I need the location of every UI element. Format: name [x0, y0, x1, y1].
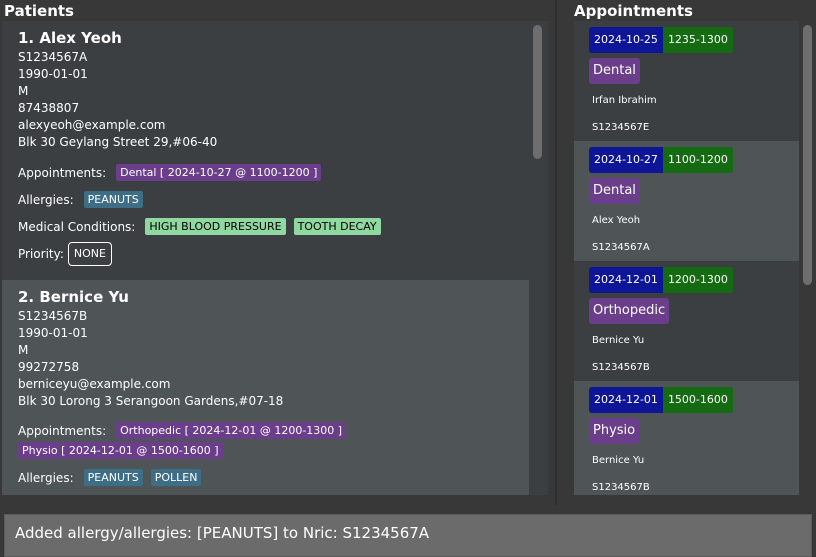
- patient-email: alexyeoh@example.com: [18, 118, 166, 132]
- appointment-date: 2024-12-01: [589, 267, 663, 293]
- patient-name: 2. Bernice Yu: [18, 288, 129, 306]
- patient-email: berniceyu@example.com: [18, 377, 171, 391]
- medical-conditions-label: Medical Conditions:: [18, 219, 136, 234]
- patient-appointments-row: Appointments: Orthopedic [ 2024-12-01 @ …: [18, 422, 529, 439]
- allergy-tag: PEANUTS: [83, 191, 143, 208]
- appointment-card[interactable]: 2024-10-27 1100-1200 Dental Alex Yeoh S1…: [574, 141, 799, 261]
- appointment-patient-nric: S1234567B: [592, 362, 650, 373]
- appointment-tag: Orthopedic [ 2024-12-01 @ 1200-1300 ]: [116, 422, 347, 439]
- appointment-date: 2024-10-27: [589, 147, 663, 173]
- patient-name: 1. Alex Yeoh: [18, 29, 122, 47]
- allergies-label: Allergies:: [18, 470, 74, 485]
- appointment-patient-name: Alex Yeoh: [592, 215, 641, 226]
- patient-allergies-row: Allergies: PEANUTS: [18, 191, 529, 208]
- appointment-patient-nric: S1234567A: [592, 242, 650, 253]
- patient-list[interactable]: 1. Alex Yeoh S1234567A 1990-01-01 M 8743…: [2, 21, 548, 495]
- appointment-tag: Dental [ 2024-10-27 @ 1100-1200 ]: [116, 164, 322, 181]
- appointment-time: 1500-1600: [662, 387, 733, 413]
- patient-phone: 99272758: [18, 360, 80, 374]
- priority-badge: NONE: [67, 242, 112, 266]
- appointment-date: 2024-10-25: [589, 27, 663, 53]
- patient-address: Blk 30 Lorong 3 Serangoon Gardens,#07-18: [18, 394, 284, 408]
- patient-sex: M: [18, 343, 29, 357]
- allergy-tag: POLLEN: [150, 469, 202, 486]
- patients-scrollbar[interactable]: [533, 25, 542, 159]
- patient-card[interactable]: 2. Bernice Yu S1234567B 1990-01-01 M 992…: [2, 280, 529, 495]
- patient-conditions-row: Medical Conditions: HIGH BLOOD PRESSURE …: [18, 218, 529, 235]
- patient-dob: 1990-01-01: [18, 326, 88, 340]
- appointment-date: 2024-12-01: [589, 387, 663, 413]
- priority-label: Priority:: [18, 247, 64, 261]
- appointments-label: Appointments:: [18, 423, 107, 438]
- patient-nric: S1234567A: [18, 50, 88, 64]
- patient-allergies-row: Allergies: PEANUTS POLLEN: [18, 469, 529, 486]
- appointment-type: Dental: [589, 178, 640, 204]
- appointment-time: 1200-1300: [662, 267, 733, 293]
- result-display[interactable]: Added allergy/allergies: [PEANUTS] to Nr…: [4, 514, 812, 557]
- appointment-type: Dental: [589, 58, 640, 84]
- condition-tag: HIGH BLOOD PRESSURE: [145, 218, 286, 235]
- patient-sex: M: [18, 84, 29, 98]
- appointments-panel-title: Appointments: [574, 2, 693, 20]
- appointment-card[interactable]: 2024-12-01 1500-1600 Physio Bernice Yu S…: [574, 381, 799, 495]
- result-area: Added allergy/allergies: [PEANUTS] to Nr…: [0, 505, 816, 557]
- appointment-patient-name: Bernice Yu: [592, 335, 645, 346]
- appointment-card[interactable]: 2024-12-01 1200-1300 Orthopedic Bernice …: [574, 261, 799, 381]
- appointment-patient-name: Irfan Ibrahim: [592, 95, 657, 106]
- patient-card[interactable]: 1. Alex Yeoh S1234567A 1990-01-01 M 8743…: [2, 21, 529, 280]
- appointment-type: Orthopedic: [589, 298, 670, 324]
- patient-priority-row: Priority: NONE: [18, 242, 529, 266]
- appointment-patient-name: Bernice Yu: [592, 455, 645, 466]
- allergies-label: Allergies:: [18, 192, 74, 207]
- appointment-type: Physio: [589, 418, 640, 444]
- appointment-patient-nric: S1234567E: [592, 122, 650, 133]
- patient-dob: 1990-01-01: [18, 67, 88, 81]
- condition-tag: TOOTH DECAY: [293, 218, 381, 235]
- appointment-time: 1235-1300: [662, 27, 733, 53]
- appointments-scrollbar[interactable]: [803, 25, 812, 285]
- appointment-time: 1100-1200: [662, 147, 733, 173]
- appointments-label: Appointments:: [18, 165, 107, 180]
- appointment-list[interactable]: 2024-10-25 1235-1300 Dental Irfan Ibrahi…: [574, 21, 799, 495]
- appointment-tag: Physio [ 2024-12-01 @ 1500-1600 ]: [18, 442, 223, 459]
- patient-phone: 87438807: [18, 101, 80, 115]
- patient-appointments-row: Appointments: Dental [ 2024-10-27 @ 1100…: [18, 164, 529, 181]
- allergy-tag: PEANUTS: [83, 469, 143, 486]
- patients-panel-title: Patients: [4, 2, 74, 20]
- patient-nric: S1234567B: [18, 309, 88, 323]
- panel-divider[interactable]: [555, 0, 557, 505]
- patient-address: Blk 30 Geylang Street 29,#06-40: [18, 135, 218, 149]
- patient-appointments-row-continued: Physio [ 2024-12-01 @ 1500-1600 ]: [18, 442, 529, 459]
- appointment-patient-nric: S1234567B: [592, 482, 650, 493]
- appointment-card[interactable]: 2024-10-25 1235-1300 Dental Irfan Ibrahi…: [574, 21, 799, 141]
